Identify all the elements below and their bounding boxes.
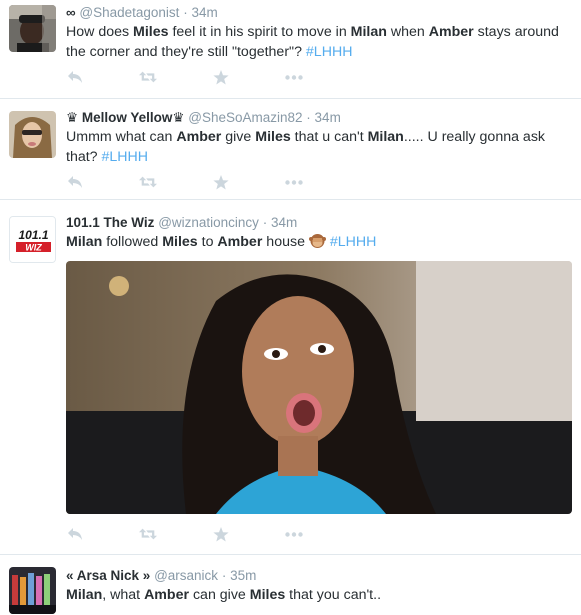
retweet-icon[interactable] bbox=[139, 525, 157, 543]
favorite-icon[interactable] bbox=[212, 173, 230, 191]
tweet-header: ♛ Mellow Yellow♛ @SheSoAmazin82 · 34m bbox=[66, 109, 569, 127]
more-icon[interactable] bbox=[285, 173, 303, 191]
avatar-station-number: 101.1 bbox=[18, 228, 48, 242]
more-icon[interactable] bbox=[285, 68, 303, 86]
separator: · bbox=[262, 215, 271, 230]
separator: · bbox=[221, 568, 231, 583]
tweet-text: Milan followed Miles to Amber house #LHH… bbox=[66, 232, 569, 255]
user-handle[interactable]: @Shadetagonist bbox=[79, 5, 179, 20]
tweet-actions bbox=[66, 173, 358, 191]
timestamp[interactable]: 34m bbox=[191, 5, 217, 20]
avatar[interactable] bbox=[9, 111, 56, 158]
highlighted-keyword: Miles bbox=[133, 24, 169, 40]
text-segment: that you can't.. bbox=[285, 587, 382, 603]
user-handle[interactable]: @SheSoAmazin82 bbox=[188, 110, 302, 125]
tweet[interactable]: 101.1 WIZ 101.1 The Wiz @wiznationcincy … bbox=[0, 200, 581, 555]
text-segment: house bbox=[262, 234, 309, 250]
display-name[interactable]: 101.1 The Wiz bbox=[66, 215, 154, 230]
text-segment: that u can't bbox=[290, 129, 368, 145]
highlighted-keyword: Miles bbox=[249, 587, 286, 603]
avatar[interactable] bbox=[9, 567, 56, 614]
display-name[interactable]: ♛ Mellow Yellow♛ bbox=[66, 110, 184, 125]
highlighted-keyword: Amber bbox=[176, 129, 222, 145]
favorite-icon[interactable] bbox=[212, 68, 230, 86]
highlighted-keyword: Milan bbox=[367, 129, 404, 145]
favorite-icon[interactable] bbox=[212, 525, 230, 543]
highlighted-keyword: Amber bbox=[144, 587, 190, 603]
avatar-station-name: WIZ bbox=[25, 243, 42, 253]
tweet-header: 101.1 The Wiz @wiznationcincy · 34m bbox=[66, 214, 569, 232]
highlighted-keyword: Amber bbox=[217, 234, 263, 250]
text-segment: followed bbox=[102, 234, 163, 250]
timestamp[interactable]: 35m bbox=[230, 568, 256, 583]
text-segment: to bbox=[197, 234, 218, 250]
reply-icon[interactable] bbox=[66, 68, 84, 86]
user-handle[interactable]: @arsanick bbox=[154, 568, 218, 583]
display-name[interactable]: « Arsa Nick » bbox=[66, 568, 150, 583]
reply-icon[interactable] bbox=[66, 173, 84, 191]
more-icon[interactable] bbox=[285, 525, 303, 543]
timestamp[interactable]: 34m bbox=[315, 110, 341, 125]
tweet-header: « Arsa Nick » @arsanick · 35m bbox=[66, 567, 569, 585]
text-segment: , what bbox=[102, 587, 145, 603]
hashtag-link[interactable]: #LHHH bbox=[102, 149, 149, 165]
highlighted-keyword: Miles bbox=[255, 129, 291, 145]
see-no-evil-monkey-icon bbox=[308, 233, 326, 255]
infinity-icon: ∞ bbox=[66, 5, 76, 20]
tweet-text: Ummm what can Amber give Miles that u ca… bbox=[66, 127, 569, 167]
text-segment: can give bbox=[189, 587, 250, 603]
reply-icon[interactable] bbox=[66, 525, 84, 543]
separator: · bbox=[306, 110, 315, 125]
tweet[interactable]: ♛ Mellow Yellow♛ @SheSoAmazin82 · 34m Um… bbox=[0, 99, 581, 200]
text-segment: feel it in his spirit to move in bbox=[168, 24, 351, 40]
highlighted-keyword: Amber bbox=[428, 24, 474, 40]
text-segment: Ummm what can bbox=[66, 129, 177, 145]
text-segment: when bbox=[386, 24, 429, 40]
tweet-photo[interactable] bbox=[66, 261, 572, 514]
tweet-actions bbox=[66, 525, 358, 543]
hashtag-link[interactable]: #LHHH bbox=[330, 234, 377, 250]
hashtag-link[interactable]: #LHHH bbox=[306, 44, 353, 60]
tweet-text: Milan, what Amber can give Miles that yo… bbox=[66, 585, 569, 605]
highlighted-keyword: Milan bbox=[350, 24, 387, 40]
tweet-timeline: ∞ @Shadetagonist · 34m How does Miles fe… bbox=[0, 0, 581, 615]
user-handle[interactable]: @wiznationcincy bbox=[158, 215, 259, 230]
highlighted-keyword: Milan bbox=[66, 234, 103, 250]
retweet-icon[interactable] bbox=[139, 68, 157, 86]
tweet-text: How does Miles feel it in his spirit to … bbox=[66, 22, 569, 62]
text-segment: give bbox=[221, 129, 256, 145]
tweet-actions bbox=[66, 68, 358, 86]
tweet[interactable]: ∞ @Shadetagonist · 34m How does Miles fe… bbox=[0, 0, 581, 99]
tweet-header: ∞ @Shadetagonist · 34m bbox=[66, 4, 569, 22]
avatar[interactable]: 101.1 WIZ bbox=[9, 216, 56, 263]
timestamp[interactable]: 34m bbox=[271, 215, 297, 230]
avatar[interactable] bbox=[9, 5, 56, 52]
highlighted-keyword: Milan bbox=[66, 587, 103, 603]
retweet-icon[interactable] bbox=[139, 173, 157, 191]
text-segment: How does bbox=[66, 24, 134, 40]
highlighted-keyword: Miles bbox=[162, 234, 198, 250]
tweet[interactable]: « Arsa Nick » @arsanick · 35m Milan, wha… bbox=[0, 555, 581, 615]
